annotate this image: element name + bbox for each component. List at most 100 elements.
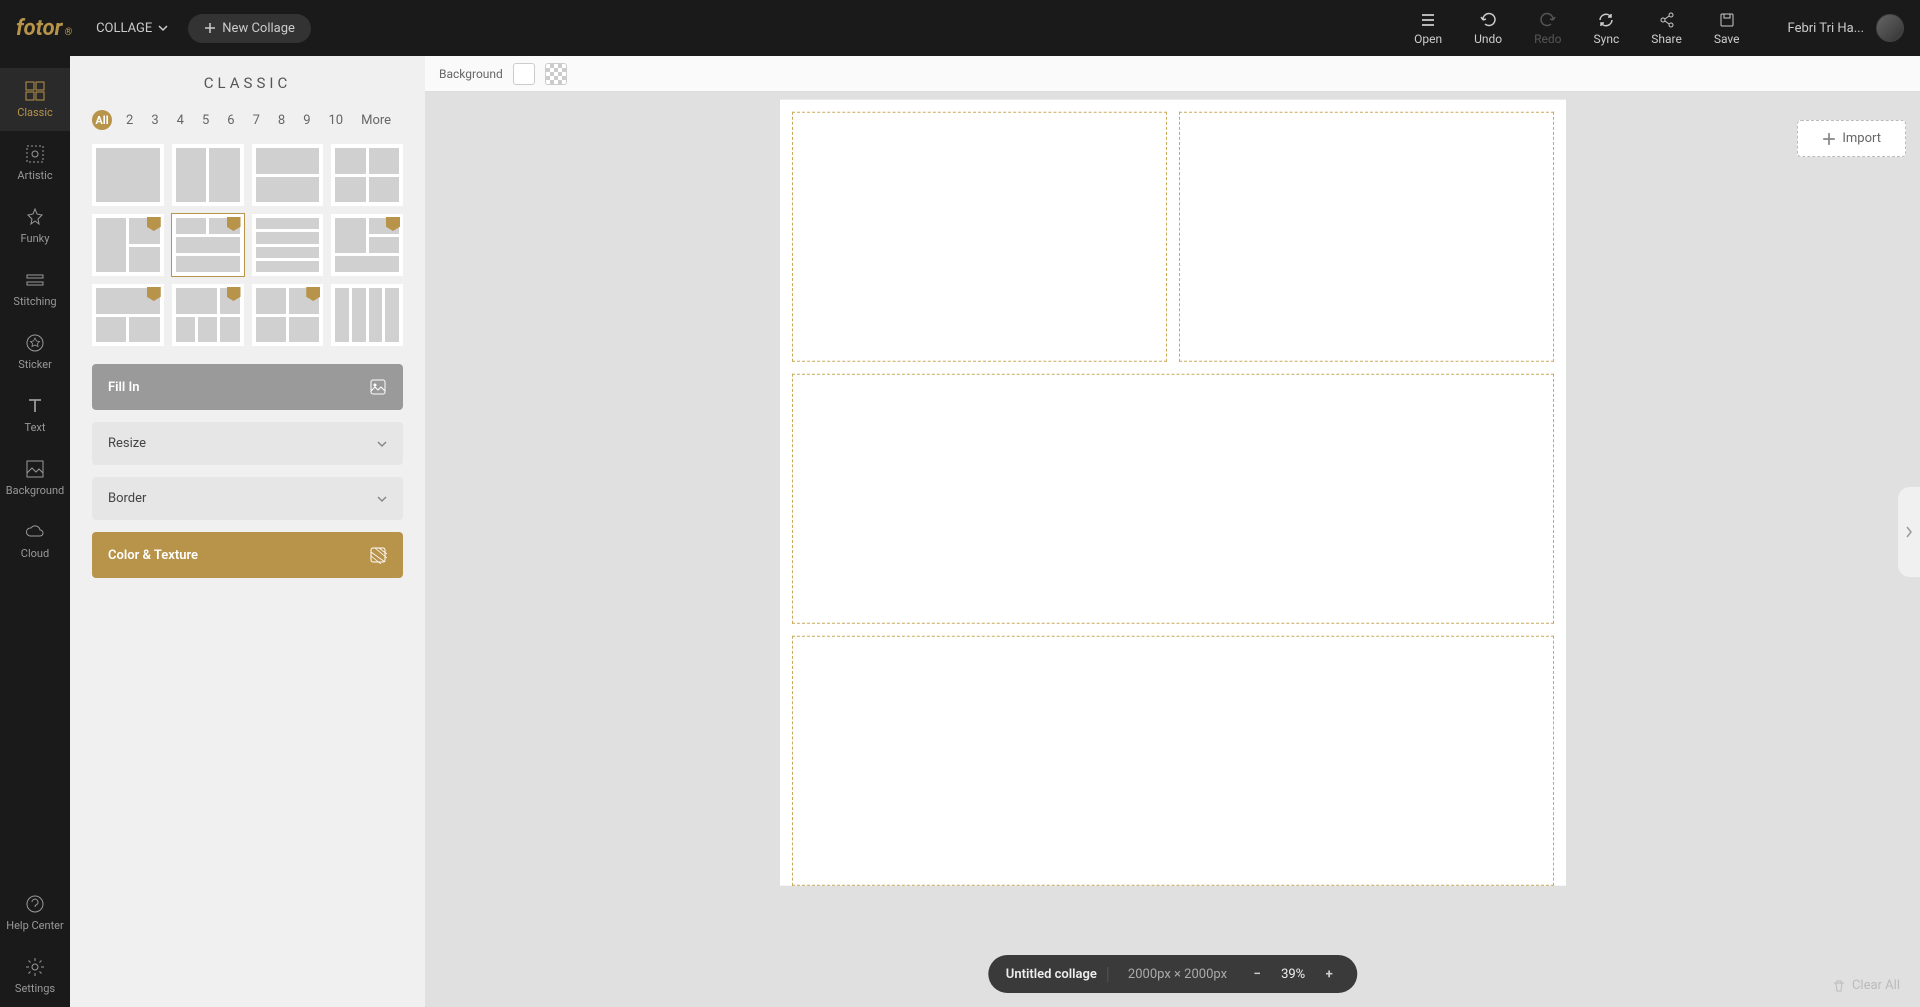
premium-badge-icon [386,217,400,231]
filter-row: All 2 3 4 5 6 7 8 9 10 More [92,104,403,144]
premium-badge-icon [227,217,241,231]
zoom-level: 39% [1281,967,1305,982]
right-panel-toggle[interactable] [1898,487,1920,577]
collage-slot[interactable] [792,111,1167,361]
plus-icon [1822,132,1836,146]
template-thumb[interactable] [172,284,244,346]
zoom-out-button[interactable]: − [1247,964,1267,984]
fillin-button[interactable]: Fill In [92,364,403,410]
chevron-down-icon [377,494,387,504]
rail-stitching[interactable]: Stitching [0,257,70,320]
rail-artistic[interactable]: Artistic [0,131,70,194]
template-thumb[interactable] [331,214,403,276]
background-icon [24,458,46,480]
filter-2[interactable]: 2 [122,111,137,130]
rail-classic[interactable]: Classic [0,68,70,131]
open-action[interactable]: Open [1414,11,1442,46]
premium-badge-icon [147,217,161,231]
bg-color-swatch[interactable] [513,63,535,85]
template-thumb-selected[interactable] [172,214,244,276]
rail-sticker[interactable]: Sticker [0,320,70,383]
rail-settings[interactable]: Settings [0,944,70,1007]
rail-funky[interactable]: Funky [0,194,70,257]
resize-button[interactable]: Resize [92,422,403,465]
filter-all[interactable]: All [92,110,112,130]
background-label: Background [439,67,503,81]
save-action[interactable]: Save [1714,11,1740,46]
save-icon [1718,11,1736,29]
bg-transparent-swatch[interactable] [545,63,567,85]
collage-slot[interactable] [792,373,1554,623]
template-thumb[interactable] [92,144,164,206]
filter-more[interactable]: More [357,111,395,130]
redo-icon [1539,11,1557,29]
stitching-icon [24,269,46,291]
premium-badge-icon [147,287,161,301]
plus-icon [204,22,216,34]
rail-help[interactable]: Help Center [0,881,70,944]
rail-background[interactable]: Background [0,446,70,509]
filter-9[interactable]: 9 [299,111,314,130]
import-button[interactable]: Import [1797,120,1906,157]
redo-action[interactable]: Redo [1534,11,1561,46]
filter-5[interactable]: 5 [198,111,213,130]
border-button[interactable]: Border [92,477,403,520]
left-rail: Classic Artistic Funky Stitching Sticker… [0,56,70,1007]
collage-canvas[interactable] [780,99,1566,885]
filter-8[interactable]: 8 [274,111,289,130]
text-icon [24,395,46,417]
template-thumb[interactable] [172,144,244,206]
side-panel: CLASSIC All 2 3 4 5 6 7 8 9 10 More Fill… [70,56,425,1007]
rail-cloud[interactable]: Cloud [0,509,70,572]
topbar: fotor® COLLAGE New Collage Open Undo Red… [0,0,1920,56]
collage-slot[interactable] [1179,111,1554,361]
artistic-icon [24,143,46,165]
rail-text[interactable]: Text [0,383,70,446]
template-thumb[interactable] [252,214,324,276]
workspace: Background Import Untitled collage 2000p… [425,56,1920,1007]
filter-7[interactable]: 7 [249,111,264,130]
share-action[interactable]: Share [1651,11,1682,46]
mode-label: COLLAGE [96,21,152,36]
zoom-in-button[interactable]: + [1319,964,1339,984]
zoom-controls: − 39% + [1247,964,1339,984]
undo-icon [1479,11,1497,29]
canvas-dimensions: 2000px × 2000px [1128,967,1227,982]
panel-title: CLASSIC [92,56,403,104]
color-texture-button[interactable]: Color & Texture [92,532,403,578]
collage-slot[interactable] [792,635,1554,885]
premium-badge-icon [227,287,241,301]
new-collage-button[interactable]: New Collage [188,14,311,43]
share-icon [1658,11,1676,29]
classic-icon [24,80,46,102]
template-thumb[interactable] [92,214,164,276]
template-thumb[interactable] [331,144,403,206]
gear-icon [24,956,46,978]
menu-icon [1419,11,1437,29]
user-area[interactable]: Febri Tri Ha... [1788,14,1904,42]
undo-action[interactable]: Undo [1474,11,1502,46]
document-title[interactable]: Untitled collage [1006,967,1108,982]
sync-action[interactable]: Sync [1594,11,1620,46]
premium-badge-icon [306,287,320,301]
image-icon [369,378,387,396]
filter-3[interactable]: 3 [147,111,162,130]
chevron-right-icon [1905,526,1913,538]
trash-icon [1832,979,1846,993]
filter-10[interactable]: 10 [325,111,348,130]
template-thumb[interactable] [92,284,164,346]
cloud-icon [24,521,46,543]
sticker-icon [24,332,46,354]
template-thumb[interactable] [252,284,324,346]
help-icon [24,893,46,915]
template-thumb[interactable] [331,284,403,346]
user-name: Febri Tri Ha... [1788,21,1864,36]
mode-dropdown[interactable]: COLLAGE [96,21,168,36]
filter-4[interactable]: 4 [173,111,188,130]
template-thumb[interactable] [252,144,324,206]
filter-6[interactable]: 6 [223,111,238,130]
clear-all-button[interactable]: Clear All [1832,978,1900,993]
funky-icon [24,206,46,228]
avatar[interactable] [1876,14,1904,42]
sync-icon [1597,11,1615,29]
